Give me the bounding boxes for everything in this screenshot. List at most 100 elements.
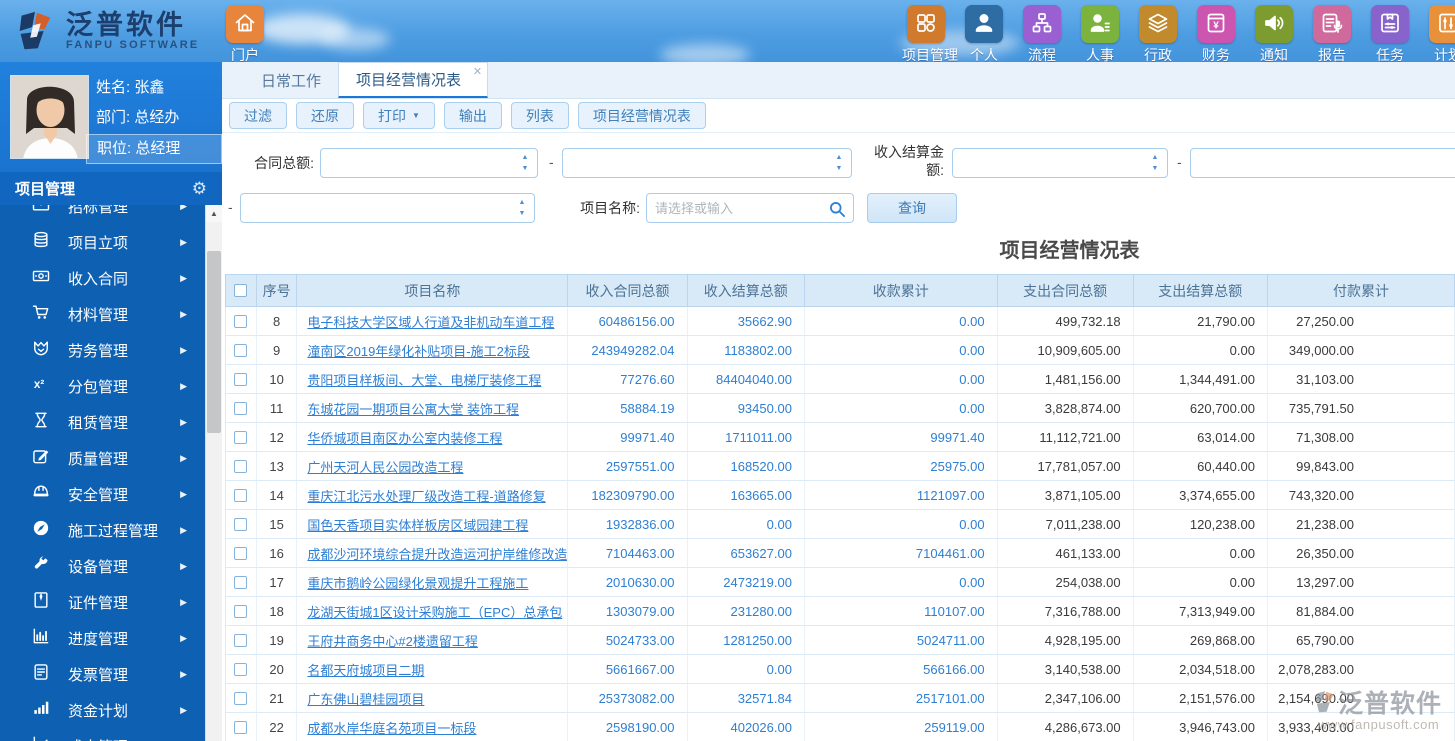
- paid-cell: 31,103.00: [1267, 364, 1455, 394]
- sidebar-scrollbar[interactable]: ▲: [205, 205, 222, 741]
- module-任务[interactable]: 任务: [1366, 5, 1414, 62]
- project-name-link[interactable]: 潼南区2019年绿化补贴项目-施工2标段: [296, 335, 569, 365]
- tab-日常工作[interactable]: 日常工作: [244, 62, 338, 98]
- expense-settled-cell: 3,946,743.00: [1133, 712, 1268, 741]
- module-行政[interactable]: 行政: [1134, 5, 1182, 62]
- filter-button[interactable]: 过滤: [229, 102, 287, 129]
- sidebar-item-劳务管理[interactable]: 劳务管理 ▶: [0, 332, 205, 368]
- sidebar-item-证件管理[interactable]: 证件管理 ▶: [0, 584, 205, 620]
- project-name-link[interactable]: 贵阳项目样板间、大堂、电梯厅装修工程: [296, 364, 569, 394]
- col-header-paid: 付款累计: [1266, 274, 1455, 307]
- list-button[interactable]: 列表: [510, 102, 569, 129]
- row-checkbox[interactable]: [234, 604, 248, 618]
- module-流程[interactable]: 流程: [1018, 5, 1066, 62]
- layers-icon: [1146, 11, 1170, 38]
- expense-contract-cell: 1,481,156.00: [997, 364, 1134, 394]
- income-settle-min-input[interactable]: ▲ ▼: [952, 148, 1168, 178]
- project-name-link[interactable]: 成都水岸华庭名苑项目一标段: [296, 712, 569, 741]
- sidebar-item-施工过程管理[interactable]: 施工过程管理 ▶: [0, 512, 205, 548]
- tab-项目经营情况表[interactable]: 项目经营情况表 ✕: [338, 62, 489, 98]
- income-settle-max-input[interactable]: [1190, 148, 1455, 178]
- range-extra-input[interactable]: ▲ ▼: [240, 193, 535, 223]
- sidebar-item-资金计划[interactable]: 资金计划 ▶: [0, 692, 205, 728]
- sidebar-item-设备管理[interactable]: 设备管理 ▶: [0, 548, 205, 584]
- income-contract-cell: 182309790.00: [567, 480, 688, 510]
- row-checkbox[interactable]: [234, 459, 248, 473]
- scrollbar-up-icon[interactable]: ▲: [206, 205, 222, 222]
- sidebar-item-租赁管理[interactable]: 租赁管理 ▶: [0, 404, 205, 440]
- row-checkbox[interactable]: [234, 372, 248, 386]
- row-checkbox[interactable]: [234, 633, 248, 647]
- select-all-checkbox[interactable]: [234, 284, 248, 297]
- expense-settled-cell: 0.00: [1133, 335, 1268, 365]
- sidebar-item-材料管理[interactable]: 材料管理 ▶: [0, 296, 205, 332]
- close-icon[interactable]: ✕: [473, 65, 482, 78]
- row-checkbox[interactable]: [234, 488, 248, 502]
- income-settled-cell: 0.00: [687, 509, 805, 539]
- row-checkbox[interactable]: [234, 546, 248, 560]
- profile-title[interactable]: 职位: 总经理: [86, 134, 222, 164]
- spinner-icon[interactable]: ▲ ▼: [518, 152, 532, 174]
- sidebar-item-质量管理[interactable]: 质量管理 ▶: [0, 440, 205, 476]
- row-checkbox[interactable]: [234, 401, 248, 415]
- report-view-button[interactable]: 项目经营情况表: [577, 102, 706, 129]
- project-name-link[interactable]: 名都天府城项目二期: [296, 654, 569, 684]
- search-icon[interactable]: [827, 199, 847, 219]
- select-all-cell: [225, 274, 257, 307]
- module-报告[interactable]: 报告: [1308, 5, 1356, 62]
- spinner-icon[interactable]: ▲ ▼: [515, 197, 529, 219]
- portal-button[interactable]: 门户: [223, 5, 267, 62]
- project-name-link[interactable]: 广州天河人民公园改造工程: [296, 451, 569, 481]
- contract-total-min-input[interactable]: ▲ ▼: [320, 148, 538, 178]
- module-个人[interactable]: 个人: [960, 5, 1008, 62]
- home-icon: [226, 5, 264, 43]
- sidebar-item-收入合同[interactable]: 收入合同 ▶: [0, 260, 205, 296]
- gear-icon[interactable]: ⚙: [192, 179, 207, 199]
- chevron-right-icon: ▶: [180, 704, 187, 715]
- banknote-icon: [31, 266, 51, 290]
- project-name-input[interactable]: [646, 193, 854, 223]
- restore-button[interactable]: 还原: [296, 102, 354, 129]
- module-通知[interactable]: 通知: [1250, 5, 1298, 62]
- project-name-link[interactable]: 龙湖天街城1区设计采购施工（EPC）总承包: [296, 596, 569, 626]
- query-button[interactable]: 查询: [867, 193, 957, 223]
- sidebar-item-label: 劳务管理: [68, 342, 129, 360]
- project-name-link[interactable]: 华侨城项目南区办公室内装修工程: [296, 422, 569, 452]
- row-checkbox[interactable]: [234, 430, 248, 444]
- sidebar-item-发票管理[interactable]: 发票管理 ▶: [0, 656, 205, 692]
- project-name-link[interactable]: 王府井商务中心#2楼遗留工程: [296, 625, 569, 655]
- project-name-link[interactable]: 成都沙河环境综合提升改造运河护岸维修改造: [296, 538, 569, 568]
- project-name-link[interactable]: 国色天香项目实体样板房区域园建工程: [296, 509, 569, 539]
- project-name-link[interactable]: 重庆江北污水处理厂级改造工程-道路修复: [296, 480, 569, 510]
- export-button[interactable]: 输出: [443, 102, 502, 129]
- row-checkbox[interactable]: [234, 314, 248, 328]
- spinner-icon[interactable]: ▲ ▼: [832, 152, 846, 174]
- project-name-link[interactable]: 电子科技大学区域人行道及非机动车道工程: [296, 306, 569, 336]
- row-checkbox[interactable]: [234, 720, 248, 734]
- sidebar-item-安全管理[interactable]: 安全管理 ▶: [0, 476, 205, 512]
- row-checkbox[interactable]: [234, 575, 248, 589]
- project-name-link[interactable]: 东城花园一期项目公寓大堂 装饰工程: [296, 393, 569, 423]
- sidebar-item-项目立项[interactable]: 项目立项 ▶: [0, 224, 205, 260]
- module-人事[interactable]: 人事: [1076, 5, 1124, 62]
- chevron-right-icon: ▶: [180, 632, 187, 643]
- row-checkbox[interactable]: [234, 343, 248, 357]
- scrollbar-thumb[interactable]: [207, 251, 221, 433]
- module-计划[interactable]: 计划: [1424, 5, 1455, 62]
- row-checkbox[interactable]: [234, 691, 248, 705]
- sidebar-item-分包管理[interactable]: x² 分包管理 ▶: [0, 368, 205, 404]
- project-name-link[interactable]: 广东佛山碧桂园项目: [296, 683, 569, 713]
- compass-icon: [31, 518, 51, 542]
- contract-total-max-input[interactable]: ▲ ▼: [562, 148, 852, 178]
- project-name-link[interactable]: 重庆市鹅岭公园绿化景观提升工程施工: [296, 567, 569, 597]
- module-财务[interactable]: ¥ 财务: [1192, 5, 1240, 62]
- print-button[interactable]: 打印 ▼: [363, 102, 435, 129]
- row-checkbox[interactable]: [234, 662, 248, 676]
- envelope-icon: [31, 205, 51, 218]
- module-项目管理[interactable]: 项目管理: [902, 5, 958, 62]
- sidebar-item-成本管理[interactable]: 成本管理▶: [0, 728, 205, 741]
- spinner-icon[interactable]: ▲ ▼: [1148, 152, 1162, 174]
- sidebar-item-招标管理[interactable]: 招标管理 ▶: [0, 205, 205, 224]
- row-checkbox[interactable]: [234, 517, 248, 531]
- sidebar-item-进度管理[interactable]: 进度管理 ▶: [0, 620, 205, 656]
